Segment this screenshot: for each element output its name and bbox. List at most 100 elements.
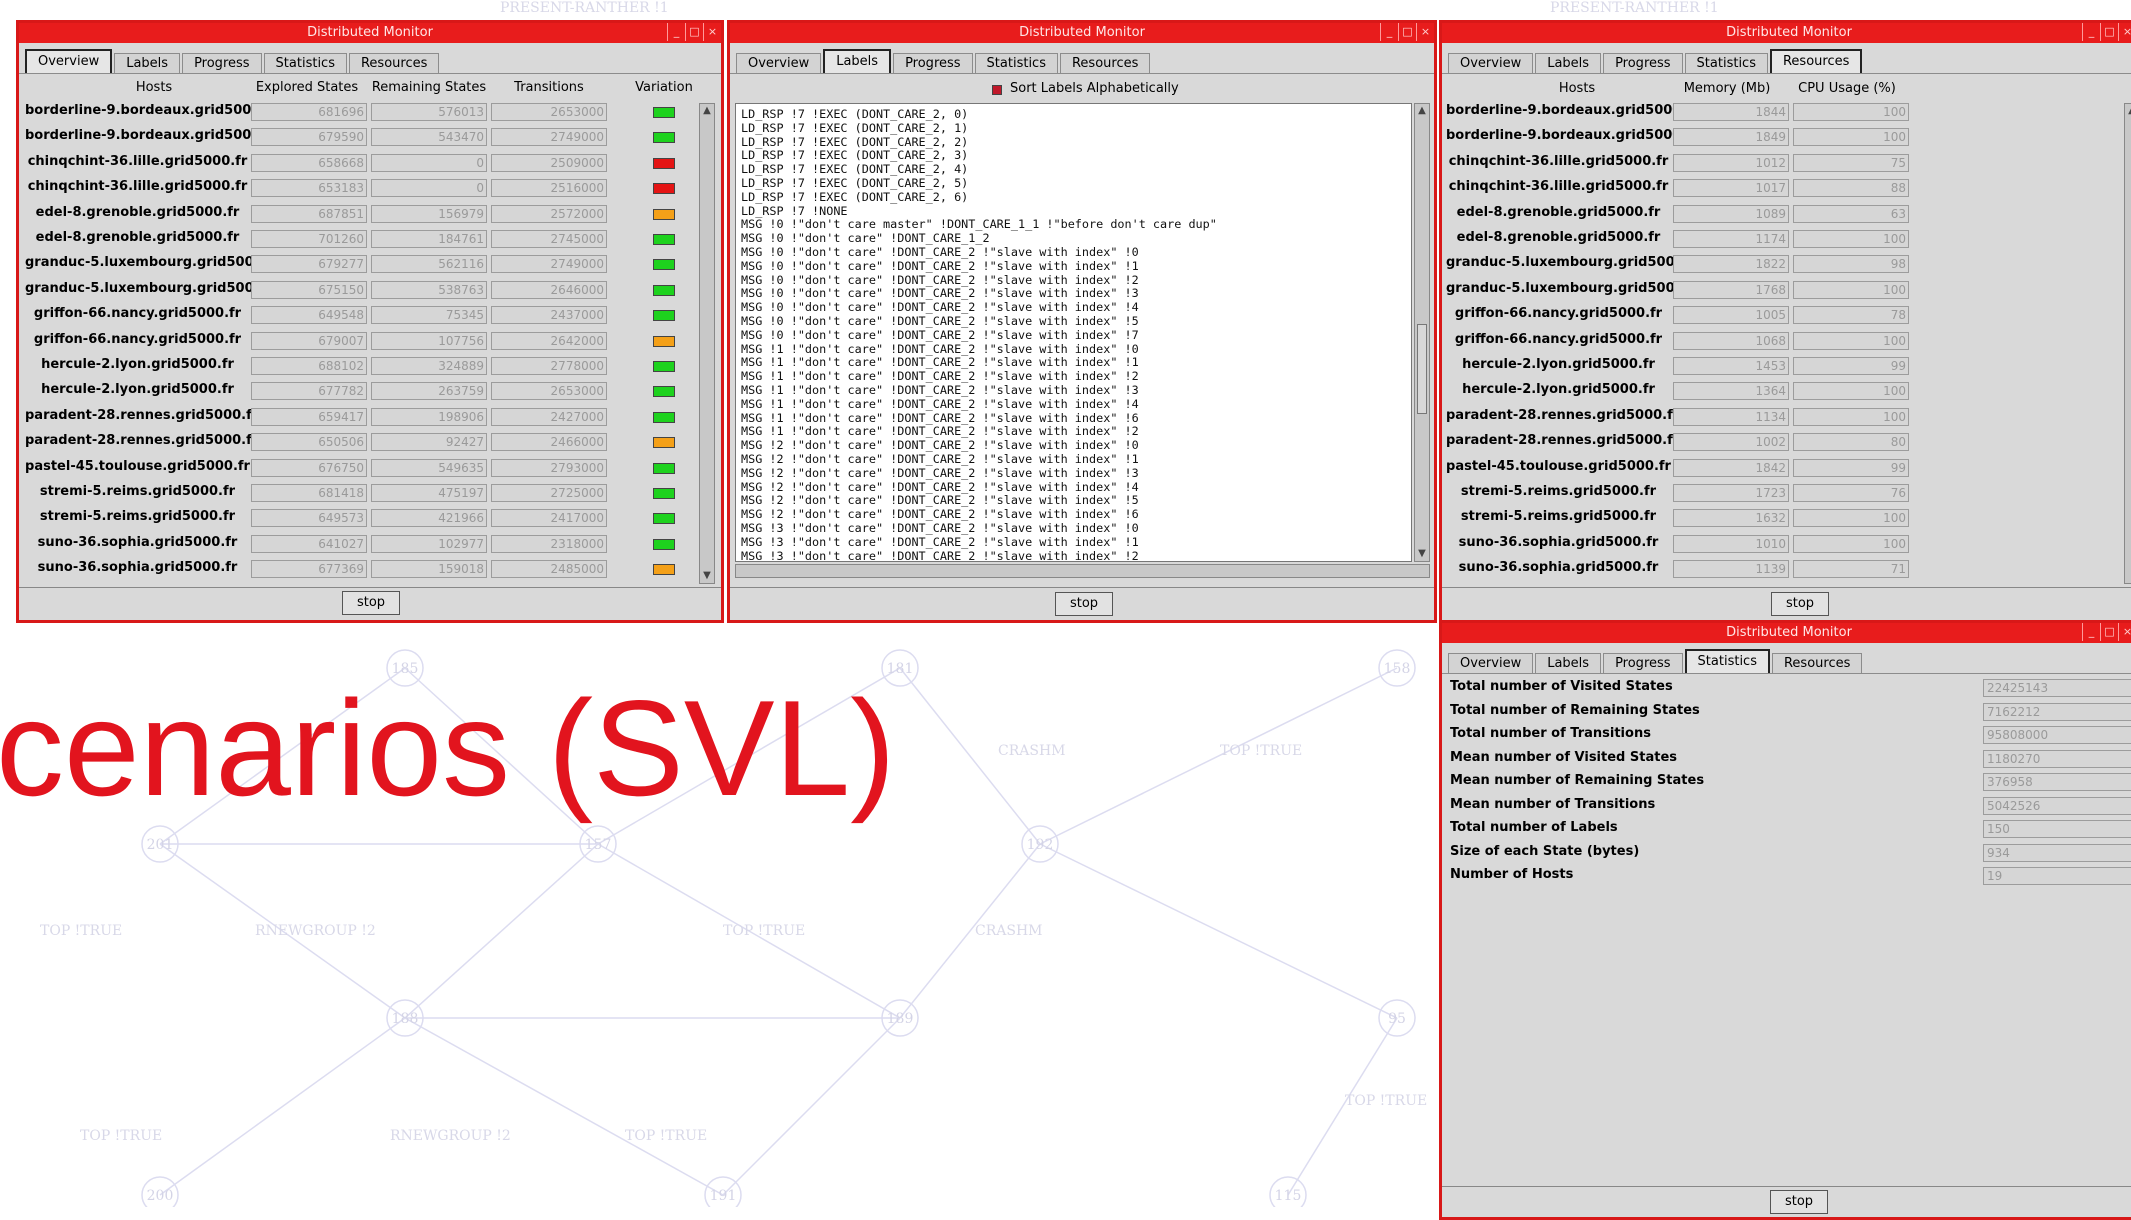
minimize-icon[interactable]: _ (2082, 623, 2100, 641)
window-titlebar[interactable]: Distributed Monitor _ □ × (1442, 23, 2131, 43)
close-icon[interactable]: × (2118, 23, 2131, 41)
transitions-field: 2793000 (491, 458, 607, 477)
tab-statistics[interactable]: Statistics (263, 53, 347, 73)
vertical-scrollbar[interactable]: ▲ ▼ (1414, 103, 1430, 562)
graph-node-label: 200 (147, 1188, 174, 1204)
horizontal-scrollbar[interactable] (735, 564, 1430, 578)
variation-indicator (653, 132, 675, 144)
window-titlebar[interactable]: Distributed Monitor _ □ × (730, 23, 1434, 43)
minimize-icon[interactable]: _ (1380, 23, 1398, 41)
column-header-remaining: Remaining States (371, 80, 487, 95)
statistics-window[interactable]: Distributed Monitor _ □ × Overview Label… (1439, 620, 2131, 1220)
tab-statistics[interactable]: Statistics (1684, 53, 1768, 73)
stop-button[interactable]: stop (342, 591, 400, 615)
transitions-field: 2745000 (491, 230, 607, 248)
label-line: MSG !0 !"don't care master" !DONT_CARE_1… (741, 217, 1217, 232)
overview-window[interactable]: Distributed Monitor _ □ × Overview Label… (16, 20, 724, 623)
tab-labels[interactable]: Labels (823, 49, 892, 73)
tab-progress[interactable]: Progress (893, 53, 973, 73)
host-name: granduc-5.luxembourg.grid5000.fr (1446, 255, 1701, 271)
host-name: suno-36.sophia.grid5000.fr (37, 560, 238, 576)
graph-edge-label: TOP !TRUE (1220, 743, 1302, 759)
transitions-field: 2725000 (491, 484, 607, 502)
remaining-states-field: 107756 (371, 331, 487, 350)
label-line: MSG !2 !"don't care" !DONT_CARE_2 !"slav… (741, 451, 1139, 466)
scroll-down-icon[interactable]: ▼ (1416, 548, 1428, 560)
transitions-field: 2653000 (491, 382, 607, 401)
stop-button[interactable]: stop (1055, 592, 1113, 616)
tab-overview[interactable]: Overview (1448, 53, 1534, 73)
memory-field: 1768 (1673, 280, 1789, 299)
transitions-field: 2427000 (491, 407, 607, 426)
window-titlebar[interactable]: Distributed Monitor _ □ × (19, 23, 721, 43)
labels-window[interactable]: Distributed Monitor _ □ × Overview Label… (727, 20, 1437, 623)
close-icon[interactable]: × (2118, 623, 2131, 641)
remaining-states-field: 92427 (371, 433, 487, 452)
tab-statistics[interactable]: Statistics (1684, 649, 1770, 673)
close-icon[interactable]: × (703, 23, 721, 41)
host-name: chinqchint-36.lille.grid5000.fr (27, 153, 248, 169)
resources-window[interactable]: Distributed Monitor _ □ × Overview Label… (1439, 20, 2131, 623)
labels-text-area[interactable]: LD_RSP !7 !EXEC (DONT_CARE_2, 0) LD_RSP !… (735, 103, 1412, 562)
window-titlebar[interactable]: Distributed Monitor _ □ × (1442, 623, 2131, 643)
tab-progress[interactable]: Progress (182, 53, 262, 73)
tab-overview[interactable]: Overview (736, 53, 822, 73)
tab-labels[interactable]: Labels (114, 53, 181, 73)
column-header-memory: Memory (Mb) (1683, 81, 1771, 96)
vertical-scrollbar[interactable]: ▲ (2124, 103, 2131, 584)
tab-overview[interactable]: Overview (1448, 653, 1534, 673)
button-bar (730, 587, 1434, 588)
statistic-value-field: 19 (1983, 867, 2131, 885)
tab-resources[interactable]: Resources (1771, 653, 1863, 673)
minimize-icon[interactable]: _ (2082, 23, 2100, 41)
cpu-usage-field: 78 (1793, 306, 1909, 325)
host-name: stremi-5.reims.grid5000.fr (1460, 484, 1657, 499)
explored-states-field: 679007 (251, 331, 367, 350)
sort-labels-checkbox[interactable] (992, 85, 1002, 95)
minimize-icon[interactable]: _ (667, 23, 685, 41)
statistic-label: Total number of Labels (1450, 820, 1618, 835)
maximize-icon[interactable]: □ (2100, 23, 2118, 41)
variation-indicator (653, 462, 675, 474)
tab-overview[interactable]: Overview (25, 49, 113, 73)
maximize-icon[interactable]: □ (2100, 623, 2118, 641)
graph-edge-label: CRASHM (998, 743, 1066, 759)
tab-labels[interactable]: Labels (1535, 653, 1602, 673)
graph-edge-label: TOP !TRUE (1345, 1093, 1427, 1109)
graph-edge (1039, 667, 1398, 845)
statistic-value-field: 22425143 (1983, 679, 2131, 697)
graph-edge-label: TOP !TRUE (80, 1128, 162, 1144)
scroll-up-icon[interactable]: ▲ (2126, 105, 2131, 117)
cpu-usage-field: 100 (1793, 128, 1909, 147)
host-name: griffon-66.nancy.grid5000.fr (1454, 331, 1663, 347)
graph-node-label: 188 (392, 1011, 419, 1027)
scroll-up-icon[interactable]: ▲ (1416, 105, 1428, 117)
close-icon[interactable]: × (1416, 23, 1434, 41)
tab-progress[interactable]: Progress (1603, 653, 1683, 673)
cpu-usage-field: 76 (1793, 484, 1909, 502)
statistic-label: Mean number of Transitions (1450, 796, 1656, 812)
maximize-icon[interactable]: □ (1398, 23, 1416, 41)
stop-button[interactable]: stop (1771, 592, 1829, 616)
memory-field: 1005 (1673, 306, 1789, 325)
tab-resources[interactable]: Resources (1059, 53, 1151, 73)
tab-labels[interactable]: Labels (1535, 53, 1602, 73)
tab-bar: Overview Labels Progress Statistics Reso… (1442, 643, 2131, 674)
scroll-down-icon[interactable]: ▼ (701, 570, 713, 582)
column-header-cpu: CPU Usage (%) (1798, 81, 1896, 96)
graph-edge-label: TOP !TRUE (40, 923, 122, 939)
tab-resources[interactable]: Resources (1769, 49, 1863, 73)
memory-field: 1453 (1673, 357, 1789, 375)
tab-progress[interactable]: Progress (1603, 53, 1683, 73)
vertical-scrollbar[interactable]: ▲ ▼ (699, 103, 715, 584)
scroll-thumb[interactable] (1417, 324, 1427, 414)
scroll-up-icon[interactable]: ▲ (701, 105, 713, 117)
maximize-icon[interactable]: □ (685, 23, 703, 41)
memory-field: 1632 (1673, 509, 1789, 528)
remaining-states-field: 184761 (371, 230, 487, 248)
tab-resources[interactable]: Resources (348, 53, 440, 73)
stop-button[interactable]: stop (1770, 1190, 1828, 1214)
remaining-states-field: 102977 (371, 534, 487, 553)
tab-statistics[interactable]: Statistics (974, 53, 1058, 73)
column-header-hosts: Hosts (1558, 81, 1596, 96)
